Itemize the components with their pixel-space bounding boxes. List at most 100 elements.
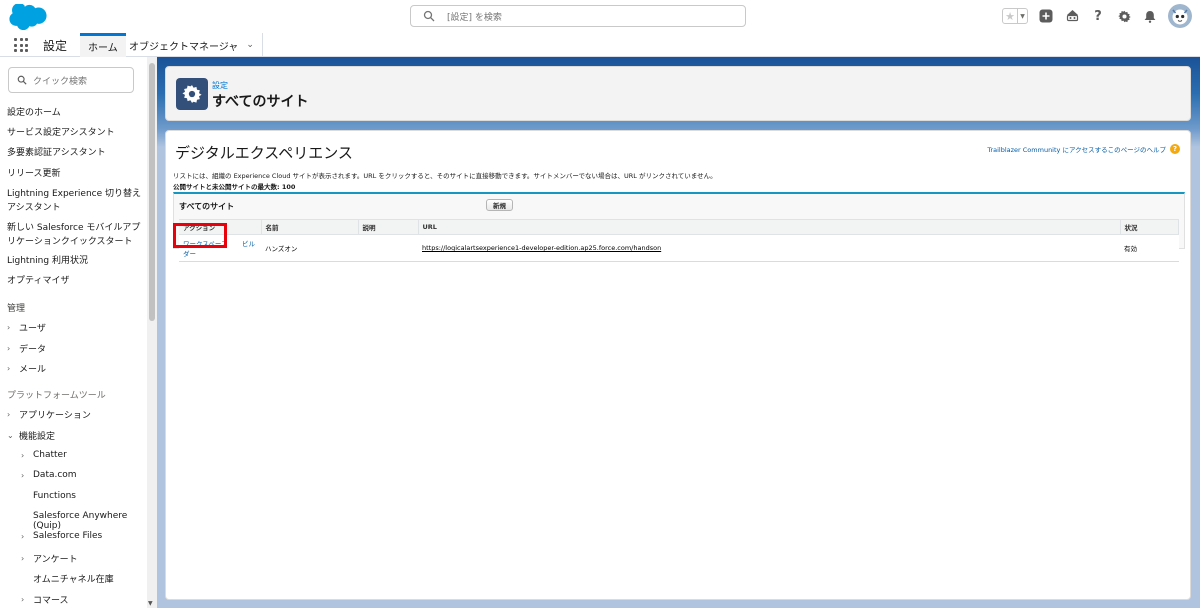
page-title: すべてのサイト bbox=[212, 94, 309, 110]
search-placeholder: [設定] を検索 bbox=[447, 12, 502, 23]
app-navbar: 設定 ホーム オブジェクトマネージャ ⌄ bbox=[0, 33, 1200, 57]
add-icon[interactable] bbox=[1038, 8, 1054, 24]
sidebar-item-label: データ bbox=[19, 345, 47, 355]
table-row: ワークスペース ビルダー ハンズオン https://logicalartsex… bbox=[179, 234, 1179, 262]
global-search-input[interactable]: [設定] を検索 bbox=[410, 5, 746, 27]
chevron-right-icon[interactable]: › bbox=[21, 451, 33, 460]
chevron-right-icon[interactable]: › bbox=[7, 364, 19, 373]
avatar[interactable] bbox=[1168, 4, 1192, 28]
header-utility-icons: ★ ▼ ? bbox=[1002, 4, 1192, 28]
sidebar-item-lightning-transition[interactable]: Lightning Experience 切り替えアシスタント bbox=[7, 187, 147, 215]
sidebar-item-salesforce-anywhere[interactable]: Salesforce Anywhere (Quip) bbox=[33, 511, 157, 531]
sidebar-item-chatter[interactable]: › Chatter bbox=[21, 450, 67, 460]
quick-find-input[interactable]: クイック検索 bbox=[8, 67, 134, 93]
column-header-description[interactable]: 説明 bbox=[358, 219, 419, 235]
global-header: [設定] を検索 ★ ▼ ? bbox=[0, 0, 1200, 33]
sidebar-item-label: アプリケーション bbox=[19, 411, 91, 421]
chevron-right-icon[interactable]: › bbox=[7, 410, 19, 419]
tab-home[interactable]: ホーム bbox=[80, 33, 126, 57]
column-header-url[interactable]: URL bbox=[418, 219, 1121, 235]
list-title: すべてのサイト bbox=[179, 202, 235, 211]
column-header-action: アクション bbox=[179, 219, 262, 235]
sidebar-item-label: ユーザ bbox=[19, 324, 46, 334]
sidebar-item-omni-inventory[interactable]: オムニチャネル在庫 bbox=[33, 572, 114, 585]
breadcrumb[interactable]: 設定 bbox=[212, 80, 228, 91]
action-cell: ワークスペース ビルダー bbox=[179, 234, 261, 262]
site-description bbox=[358, 234, 418, 262]
sidebar-item-service-setup[interactable]: サービス設定アシスタント bbox=[7, 126, 147, 140]
help-icon[interactable]: ? bbox=[1090, 8, 1106, 24]
tab-object-manager[interactable]: オブジェクトマネージャ ⌄ bbox=[121, 33, 263, 57]
sidebar-item-label: 機能設定 bbox=[19, 432, 56, 442]
bell-icon[interactable] bbox=[1142, 8, 1158, 24]
sidebar-item-label: コマース bbox=[33, 596, 69, 606]
chevron-right-icon[interactable]: › bbox=[7, 323, 19, 332]
tab-home-label: ホーム bbox=[88, 43, 118, 54]
gear-icon[interactable] bbox=[1116, 8, 1132, 24]
sidebar-item-mfa-assistant[interactable]: 多要素認証アシスタント bbox=[7, 146, 147, 160]
search-icon bbox=[17, 75, 27, 85]
salesforce-logo[interactable] bbox=[8, 4, 48, 30]
all-sites-list: すべてのサイト 新規 アクション 名前 説明 URL 状況 ワークスペース ビル bbox=[173, 192, 1185, 262]
site-url-link[interactable]: https://logicalartsexperience1-developer… bbox=[422, 244, 661, 252]
chevron-down-icon[interactable]: ⌄ bbox=[246, 40, 254, 50]
description-text: リストには、組織の Experience Cloud サイトが表示されます。UR… bbox=[173, 172, 717, 180]
help-link[interactable]: Trailblazer Community にアクセスするこのページのヘルプ ? bbox=[987, 144, 1180, 154]
favorites-dropdown-icon[interactable]: ▼ bbox=[1017, 9, 1027, 23]
section-title: デジタルエクスペリエンス bbox=[175, 144, 353, 162]
sidebar-item-label: Functions bbox=[33, 491, 76, 501]
site-name: ハンズオン bbox=[261, 234, 358, 262]
chevron-right-icon[interactable]: › bbox=[21, 471, 33, 480]
sidebar-item-salesforce-files[interactable]: › Salesforce Files bbox=[21, 531, 102, 541]
sidebar-item-optimizer[interactable]: オプティマイザ bbox=[7, 274, 147, 288]
sidebar-item-label: オムニチャネル在庫 bbox=[33, 575, 114, 585]
app-launcher-icon[interactable] bbox=[14, 38, 28, 52]
sidebar-item-functions[interactable]: Functions bbox=[33, 491, 76, 501]
search-icon bbox=[423, 10, 435, 22]
chevron-right-icon[interactable]: › bbox=[7, 344, 19, 353]
sidebar-item-release-updates[interactable]: リリース更新 bbox=[7, 167, 147, 181]
new-site-button[interactable]: 新規 bbox=[486, 199, 513, 211]
sidebar-item-label: メール bbox=[19, 365, 47, 375]
site-status: 有効 bbox=[1120, 234, 1179, 262]
sidebar-item-feature-settings[interactable]: ⌄ 機能設定 bbox=[7, 429, 55, 442]
sidebar-item-commerce[interactable]: › コマース bbox=[21, 593, 69, 606]
app-name: 設定 bbox=[43, 39, 68, 53]
sidebar-item-datacom[interactable]: › Data.com bbox=[21, 470, 77, 480]
sidebar-item-label: Chatter bbox=[33, 450, 67, 460]
sidebar-item-label: Data.com bbox=[33, 470, 77, 480]
sidebar-item-lightning-usage[interactable]: Lightning 利用状況 bbox=[7, 254, 147, 268]
site-limit-text: 公開サイトと未公開サイトの最大数: 100 bbox=[173, 183, 296, 191]
favorites-button[interactable]: ★ ▼ bbox=[1002, 8, 1028, 24]
help-link-label[interactable]: Trailblazer Community にアクセスするこのページのヘルプ bbox=[987, 144, 1166, 154]
help-icon[interactable]: ? bbox=[1170, 144, 1180, 154]
sidebar-item-email[interactable]: › メール bbox=[7, 362, 46, 375]
sidebar-item-label: Salesforce Files bbox=[33, 531, 103, 541]
column-header-status[interactable]: 状況 bbox=[1120, 219, 1179, 235]
chevron-right-icon[interactable]: › bbox=[21, 554, 33, 563]
workspace-link[interactable]: ワークスペース bbox=[183, 240, 228, 248]
sidebar-item-apps[interactable]: › アプリケーション bbox=[7, 408, 91, 421]
sidebar-section-admin: 管理 bbox=[7, 304, 26, 314]
chevron-down-icon[interactable]: ⌄ bbox=[7, 431, 19, 440]
favorites-star-icon[interactable]: ★ bbox=[1003, 9, 1017, 23]
scroll-down-icon[interactable]: ▼ bbox=[148, 600, 153, 607]
chevron-right-icon[interactable]: › bbox=[21, 595, 33, 604]
sidebar-item-mobile-quickstart[interactable]: 新しい Salesforce モバイルアプリケーションクイックスタート bbox=[7, 221, 147, 249]
sidebar-item-data[interactable]: › データ bbox=[7, 342, 46, 355]
setup-sidebar: クイック検索 設定のホーム サービス設定アシスタント 多要素認証アシスタント リ… bbox=[0, 57, 157, 608]
sidebar-item-label: Salesforce Anywhere (Quip) bbox=[33, 511, 128, 531]
sidebar-item-surveys[interactable]: › アンケート bbox=[21, 552, 78, 565]
setup-gear-icon bbox=[176, 78, 208, 110]
column-header-name[interactable]: 名前 bbox=[261, 219, 359, 235]
scrollbar-thumb[interactable] bbox=[149, 63, 155, 321]
sidebar-item-setup-home[interactable]: 設定のホーム bbox=[7, 106, 147, 120]
main-content: デジタルエクスペリエンス Trailblazer Community にアクセス… bbox=[165, 130, 1191, 600]
sidebar-scrollbar[interactable]: ▼ bbox=[147, 57, 157, 608]
quick-find-placeholder: クイック検索 bbox=[33, 76, 88, 87]
page-header: 設定 すべてのサイト bbox=[165, 66, 1191, 121]
sidebar-item-users[interactable]: › ユーザ bbox=[7, 321, 46, 334]
trailhead-icon[interactable] bbox=[1064, 8, 1080, 24]
tab-object-manager-label: オブジェクトマネージャ bbox=[129, 41, 239, 53]
chevron-right-icon[interactable]: › bbox=[21, 532, 33, 541]
